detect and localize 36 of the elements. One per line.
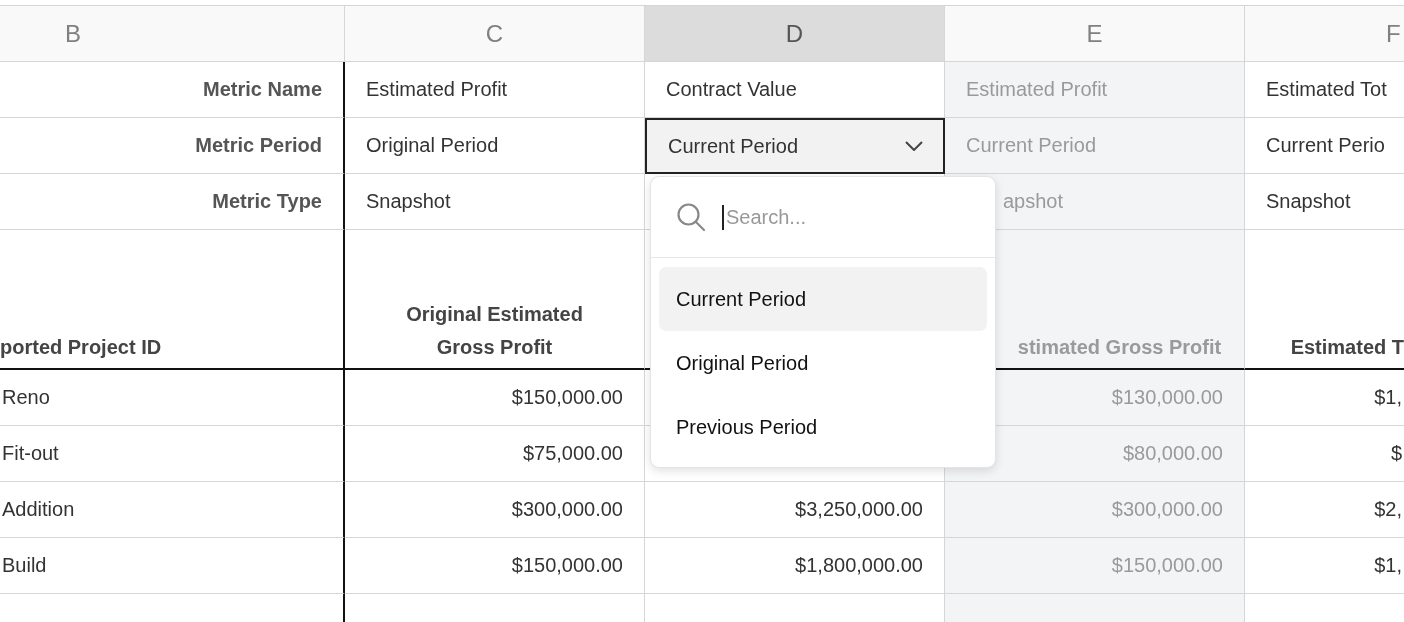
column-title: Original Estimated Gross Profit — [345, 230, 645, 370]
table-cell: $150,000.00 — [345, 370, 645, 426]
table-cell: Estimated Profit — [945, 62, 1245, 118]
column-header[interactable]: B — [0, 5, 345, 62]
chevron-down-icon — [905, 141, 923, 151]
table-cell: Fit-out — [0, 426, 345, 482]
column-header[interactable]: C — [345, 5, 645, 62]
row-label: Metric Period — [0, 118, 345, 174]
table-cell: $150,000.00 — [345, 538, 645, 594]
table-cell: Estimated Profit — [345, 62, 645, 118]
column-header[interactable]: D — [645, 5, 945, 62]
table-cell: Addition — [0, 482, 345, 538]
table-cell: Reno — [0, 370, 345, 426]
table-cell: Estimated Tot — [1245, 62, 1404, 118]
table-cell: Build — [0, 538, 345, 594]
table-cell: Current Perio — [1245, 118, 1404, 174]
period-select[interactable]: Current Period — [645, 118, 945, 174]
table-cell: Snapshot — [345, 174, 645, 230]
table-cell: Snapshot — [1245, 174, 1404, 230]
row-label: Metric Type — [0, 174, 345, 230]
table-cell: $300,000.00 — [345, 482, 645, 538]
table-cell: $ — [1245, 426, 1404, 482]
search-icon — [676, 202, 706, 232]
table-cell: Current Period — [945, 118, 1245, 174]
table-cell: $75,000.00 — [345, 426, 645, 482]
dropdown-option[interactable]: Current Period — [659, 267, 987, 331]
column-title: Estimated T — [1245, 230, 1404, 370]
table-cell: $1, — [1245, 538, 1404, 594]
table-cell: $2, — [1245, 482, 1404, 538]
row-label: Metric Name — [0, 62, 345, 118]
column-title: ported Project ID — [0, 230, 345, 370]
column-header[interactable]: F — [1245, 5, 1404, 62]
search-field[interactable]: Search... — [722, 204, 978, 230]
table-cell: $150,000.00 — [945, 538, 1245, 594]
table-cell: $1, — [1245, 370, 1404, 426]
table-cell: $300,000.00 — [945, 482, 1245, 538]
